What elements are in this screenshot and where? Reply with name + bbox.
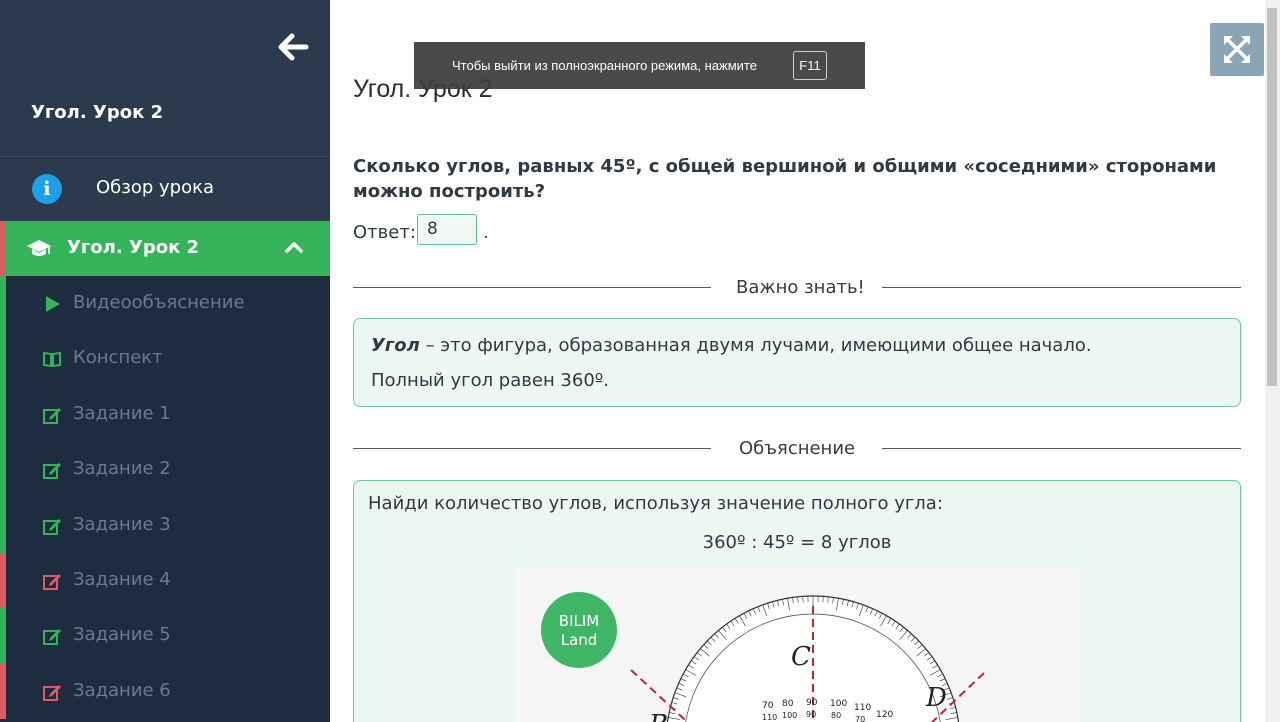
sidebar-item-label: Задание 5 [73,624,171,646]
sidebar-task-list: Видеообъяснение Конспект Задание 1 Задан… [0,276,330,720]
full-angle-text: Полный угол равен 360º. [371,370,609,391]
toast-key: F11 [793,51,827,80]
scale-label: 70 [762,701,774,711]
explanation-heading: Объяснение [739,438,856,459]
sidebar-item-task-5[interactable]: Задание 5 [0,608,330,664]
scale-label: 110 [854,703,871,713]
scale-label-inner: 100 [782,711,797,720]
scale-label-inner: 90 [806,710,816,719]
scale-label-inner: 70 [855,715,865,722]
sidebar-item-video[interactable]: Видеообъяснение [0,276,330,332]
sidebar-item-task-3[interactable]: Задание 3 [0,497,330,553]
formula-text: 360º : 45º = 8 углов [702,532,892,553]
answer-label: Ответ: [353,222,416,243]
answer-suffix: . [483,222,489,243]
sidebar-item-label: Задание 6 [73,679,171,701]
scale-label: 120 [876,710,893,720]
info-icon: i [32,174,62,204]
sidebar-item-label: Задание 1 [73,402,171,424]
scale-label-inner: 80 [831,711,841,720]
scale-label: 100 [830,699,847,709]
sidebar-item-label: Видеообъяснение [73,292,245,313]
explanation-divider: Объяснение [353,438,1241,459]
definition-text: Угол – это фигура, образованная двумя лу… [371,335,1092,356]
sidebar-item-label: Угол. Урок 2 [67,237,200,258]
important-box: Угол – это фигура, образованная двумя лу… [353,318,1241,407]
definition-term: Угол [371,335,420,356]
edit-icon [43,684,61,701]
divider-line [882,448,1241,449]
point-label-c: C [791,642,811,672]
page-scrollbar[interactable] [1265,0,1280,722]
important-divider: Важно знать! [353,277,1241,298]
sidebar-item-lesson[interactable]: Угол. Урок 2 [0,221,330,276]
edit-icon [43,518,61,535]
edit-icon [43,629,61,646]
edit-icon [43,573,61,590]
divider-line [353,448,711,449]
sidebar-item-task-6[interactable]: Задание 6 [0,663,330,720]
point-label-d: D [925,683,947,713]
sidebar-item-label: Обзор урока [96,177,214,198]
sidebar-item-overview[interactable]: i Обзор урока [0,158,330,221]
scale-label: 80 [782,699,794,709]
sidebar-item-label: Задание 4 [73,568,171,590]
sidebar-item-label: Конспект [73,347,163,369]
sidebar-item-task-2[interactable]: Задание 2 [0,442,330,498]
important-heading: Важно знать! [736,277,865,298]
back-arrow-button[interactable] [278,33,310,61]
explanation-box: Найди количество углов, используя значен… [353,480,1241,722]
fullscreen-button[interactable] [1210,23,1264,76]
sidebar-item-label: Задание 3 [73,513,171,535]
divider-line [353,287,711,288]
sidebar-header: Угол. Урок 2 [0,0,330,157]
sidebar-item-task-4[interactable]: Задание 4 [0,552,330,609]
definition-body: – это фигура, образованная двумя лучами,… [419,335,1092,356]
explanation-text: Найди количество углов, используя значен… [368,493,943,514]
logo-text-line1: BILIM [559,612,599,630]
main-content: Угол. Урок 2 Сколько углов, равных 45º, … [330,0,1265,722]
chevron-up-icon[interactable] [284,240,304,254]
sidebar-lesson-title: Угол. Урок 2 [31,102,164,123]
sidebar-item-summary[interactable]: Конспект [0,331,330,387]
divider-line [882,287,1241,288]
logo-text-line2: Land [561,631,598,649]
scale-label: 90 [806,698,818,708]
arrow-left-icon [278,33,309,61]
graduation-cap-icon [27,240,51,256]
sidebar-item-task-1[interactable]: Задание 1 [0,386,330,443]
edit-icon [43,407,61,424]
sidebar: Угол. Урок 2 i Обзор урока Угол. Урок 2 … [0,0,330,722]
toast-text: Чтобы выйти из полноэкранного режима, на… [452,58,757,73]
scale-label-inner: 110 [762,713,777,722]
edit-icon [43,463,61,480]
protractor-figure: BILIM Land C D B 70 80 90 100 110 120 11 [516,568,1080,722]
fullscreen-toast: Чтобы выйти из полноэкранного режима, на… [414,42,865,89]
point-label-b: B [648,710,668,722]
protractor-illustration: BILIM Land C D B 70 80 90 100 110 120 11 [541,592,985,722]
scrollbar-thumb[interactable] [1267,8,1277,386]
play-icon [46,296,60,312]
question-text: Сколько углов, равных 45º, с общей верши… [353,156,1217,202]
expand-icon [1224,36,1250,63]
answer-input[interactable]: 8 [417,214,477,245]
book-icon [43,352,61,368]
sidebar-item-label: Задание 2 [73,458,171,480]
